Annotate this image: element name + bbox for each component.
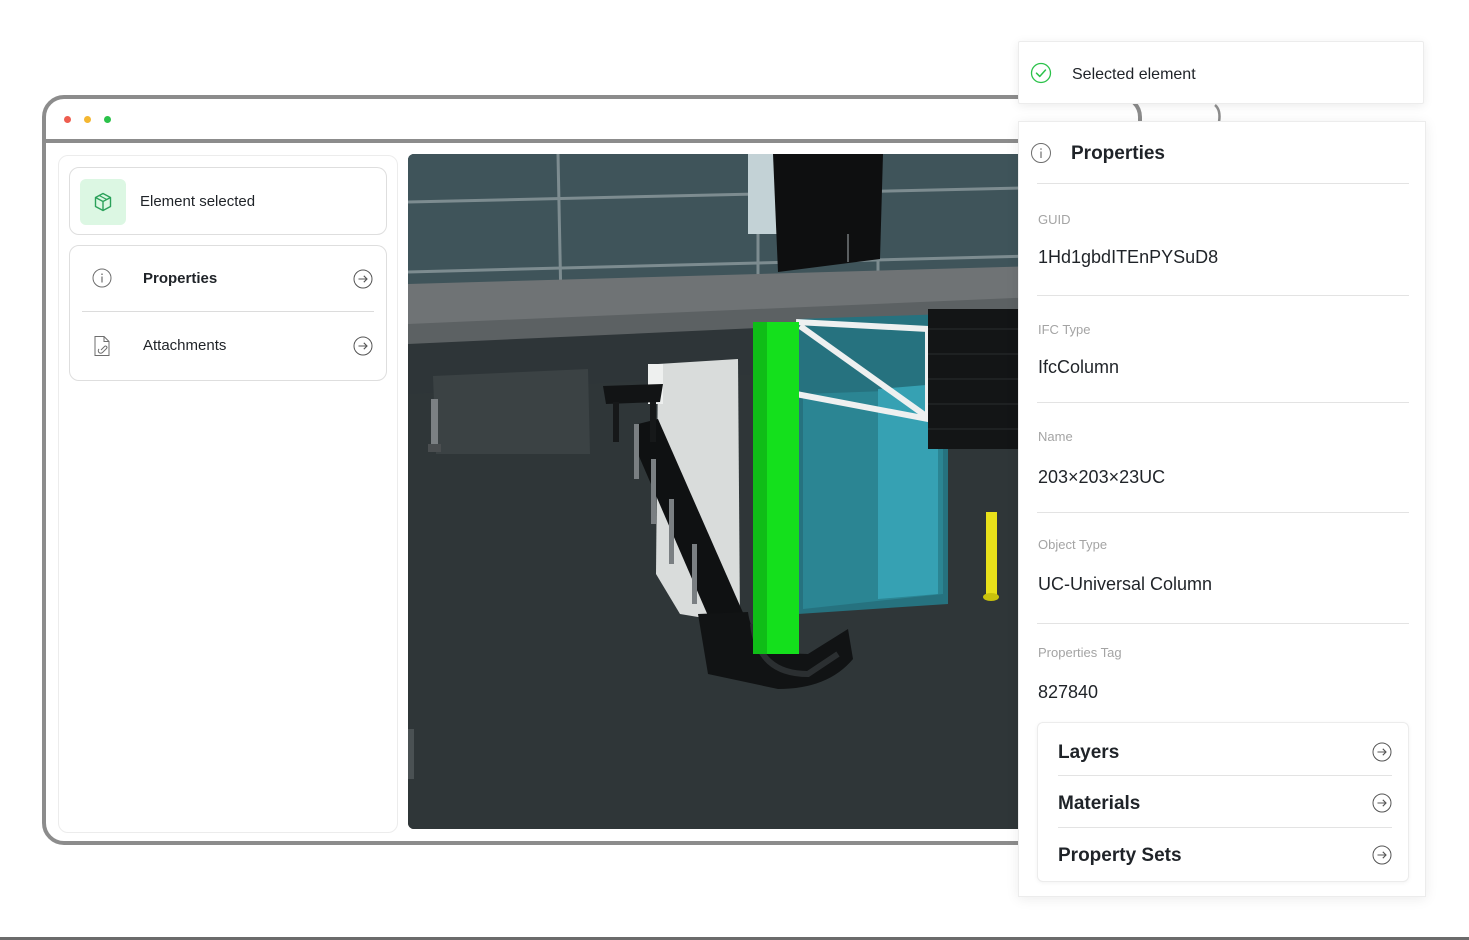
- materials-link[interactable]: Materials: [1038, 776, 1408, 828]
- close-window-button[interactable]: [64, 116, 71, 123]
- minimize-window-button[interactable]: [84, 116, 91, 123]
- toast-label: Selected element: [1072, 66, 1196, 83]
- info-icon: [92, 268, 112, 293]
- sidebar-menu: Properties Attachments: [69, 245, 387, 381]
- model-viewport[interactable]: [408, 154, 1108, 829]
- property-sets-link[interactable]: Property Sets: [1038, 828, 1408, 880]
- property-sets-label: Property Sets: [1058, 845, 1182, 866]
- menu-divider: [82, 311, 374, 312]
- app-window: Element selected Properties Attachments: [42, 95, 1142, 845]
- ifc-type-value: IfcColumn: [1038, 357, 1120, 377]
- divider: [1037, 623, 1409, 624]
- layers-label: Layers: [1058, 742, 1120, 763]
- layers-link[interactable]: Layers: [1038, 725, 1408, 777]
- object-type-value: UC-Universal Column: [1038, 574, 1213, 594]
- properties-tag-value: 827840: [1038, 682, 1099, 702]
- name-label: Name: [1038, 429, 1073, 444]
- guid-value: 1Hd1gbdITEnPYSuD8: [1038, 247, 1219, 267]
- sidebar-item-properties[interactable]: Properties: [70, 246, 386, 312]
- sidebar: Element selected Properties Attachments: [58, 155, 398, 833]
- sidebar-item-label: Properties: [143, 270, 218, 287]
- divider: [1037, 512, 1409, 513]
- maximize-window-button[interactable]: [104, 116, 111, 123]
- properties-links: Layers Materials Property Sets: [1037, 722, 1409, 882]
- info-icon: [1030, 142, 1052, 169]
- guid-label: GUID: [1038, 212, 1071, 227]
- properties-panel: Properties GUID 1Hd1gbdITEnPYSuD8 IFC Ty…: [1018, 121, 1426, 897]
- check-circle-icon: [1030, 62, 1052, 89]
- divider: [1037, 402, 1409, 403]
- name-value: 203×203×23UC: [1038, 467, 1166, 487]
- sidebar-item-label: Attachments: [143, 337, 227, 354]
- selected-element-toast: Selected element: [1018, 41, 1424, 104]
- ifc-type-label: IFC Type: [1038, 322, 1091, 337]
- sidebar-item-attachments[interactable]: Attachments: [70, 313, 386, 379]
- arrow-right-circle-icon[interactable]: [1372, 793, 1392, 818]
- properties-title: Properties: [1071, 143, 1165, 164]
- arrow-right-circle-icon[interactable]: [1372, 742, 1392, 767]
- cube-icon: [80, 179, 126, 225]
- arrow-right-circle-icon[interactable]: [353, 336, 373, 361]
- arrow-right-circle-icon[interactable]: [353, 269, 373, 294]
- document-icon: [92, 335, 112, 362]
- properties-tag-label: Properties Tag: [1038, 645, 1122, 660]
- materials-label: Materials: [1058, 793, 1141, 814]
- divider: [1037, 183, 1409, 184]
- divider: [1037, 295, 1409, 296]
- element-selected-label: Element selected: [140, 193, 256, 210]
- element-selected-card[interactable]: Element selected: [69, 167, 387, 235]
- window-titlebar: [46, 99, 1138, 143]
- arrow-right-circle-icon[interactable]: [1372, 845, 1392, 870]
- object-type-label: Object Type: [1038, 537, 1108, 552]
